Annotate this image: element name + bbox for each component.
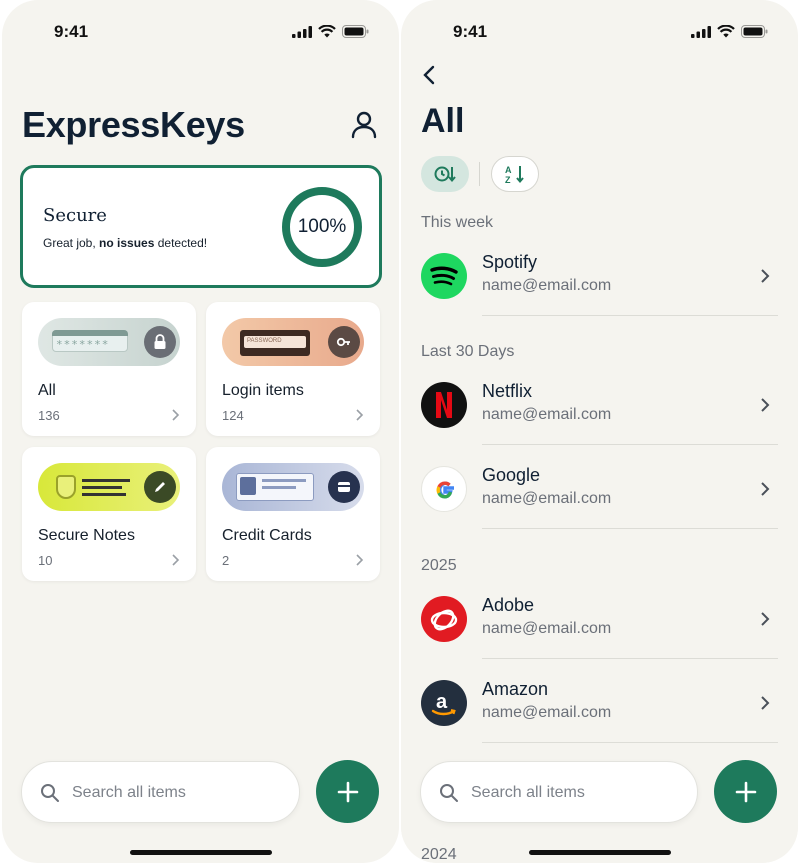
chevron-right-icon (761, 612, 770, 626)
category-card-credit-cards[interactable]: Credit Cards 2 (206, 447, 380, 581)
back-button[interactable] (421, 64, 439, 86)
security-score: 100% (297, 216, 347, 237)
security-score-ring: 100% (282, 187, 362, 267)
status-bar: 9:41 (2, 20, 399, 44)
svg-text:a: a (436, 691, 448, 713)
category-count: 2 (222, 553, 230, 568)
sort-by-recent-icon (434, 166, 456, 183)
profile-button[interactable] (348, 109, 380, 141)
row-divider (482, 528, 778, 529)
row-divider (482, 315, 778, 316)
sort-divider (479, 162, 480, 186)
category-count: 136 (38, 408, 60, 423)
page-title: All (421, 102, 465, 140)
search-bar[interactable] (21, 761, 300, 823)
section-header: This week (421, 214, 494, 231)
app-title: ExpressKeys (22, 104, 245, 145)
credit-card-icon (328, 471, 360, 503)
search-icon (440, 784, 458, 802)
list-item-google[interactable]: Google name@email.com (421, 465, 778, 538)
status-icons (292, 25, 369, 38)
row-divider (482, 444, 778, 445)
key-icon (328, 326, 360, 358)
item-email: name@email.com (482, 277, 612, 294)
chevron-right-icon (761, 269, 770, 283)
section-header: Last 30 Days (421, 343, 515, 360)
security-status-title: Secure (43, 205, 107, 226)
item-name: Amazon (482, 679, 549, 699)
item-email: name@email.com (482, 704, 612, 721)
all-items-screen: 9:41 All AZ This week Spotify name@email… (401, 0, 798, 863)
search-input[interactable] (72, 782, 282, 804)
chevron-right-icon (356, 554, 364, 566)
wifi-icon (318, 25, 336, 38)
google-logo-icon (421, 466, 467, 512)
category-label: All (38, 382, 56, 399)
list-item-netflix[interactable]: Netflix name@email.com (421, 381, 778, 454)
chevron-right-icon (172, 409, 180, 421)
category-card-secure-notes[interactable]: Secure Notes 10 (22, 447, 196, 581)
lock-icon (144, 326, 176, 358)
chevron-right-icon (356, 409, 364, 421)
category-label: Login items (222, 382, 304, 399)
sort-alphabetical-button[interactable]: AZ (491, 156, 539, 192)
row-divider (482, 658, 778, 659)
person-icon (351, 111, 377, 139)
home-screen: 9:41 ExpressKeys Secure Great job, no is… (2, 0, 399, 863)
list-item-adobe[interactable]: Adobe name@email.com (421, 595, 778, 668)
svg-text:Z: Z (505, 175, 511, 184)
search-bar[interactable] (420, 761, 698, 823)
category-count: 10 (38, 553, 53, 568)
chevron-right-icon (761, 398, 770, 412)
search-input[interactable] (471, 782, 681, 804)
status-time: 9:41 (453, 22, 488, 41)
item-name: Google (482, 465, 541, 485)
item-email: name@email.com (482, 490, 612, 507)
status-icons (691, 25, 768, 38)
item-name: Netflix (482, 381, 533, 401)
adobe-logo-icon (421, 596, 467, 642)
security-status-message: Great job, no issues detected! (43, 236, 208, 250)
amazon-logo-icon: a (421, 680, 467, 726)
category-label: Credit Cards (222, 527, 312, 544)
section-header: 2024 (421, 846, 457, 863)
list-item-spotify[interactable]: Spotify name@email.com (421, 252, 778, 325)
chevron-right-icon (761, 482, 770, 496)
chevron-right-icon (172, 554, 180, 566)
cellular-signal-icon (292, 25, 312, 38)
plus-icon (337, 781, 358, 802)
svg-text:A: A (505, 165, 512, 175)
netflix-logo-icon (421, 382, 467, 428)
spotify-logo-icon (421, 253, 467, 299)
item-name: Adobe (482, 595, 535, 615)
add-item-button[interactable] (714, 760, 777, 823)
chevron-left-icon (423, 65, 435, 85)
home-indicator (528, 850, 671, 855)
battery-icon (741, 25, 768, 38)
category-card-login-items[interactable]: PASSWORD Login items 124 (206, 302, 380, 436)
chevron-right-icon (761, 696, 770, 710)
battery-icon (342, 25, 369, 38)
security-status-card[interactable]: Secure Great job, no issues detected! 10… (20, 165, 382, 288)
item-name: Spotify (482, 252, 538, 272)
add-item-button[interactable] (316, 760, 379, 823)
cellular-signal-icon (691, 25, 711, 38)
item-email: name@email.com (482, 620, 612, 637)
category-count: 124 (222, 408, 244, 423)
sort-by-recent-button[interactable] (421, 156, 469, 192)
category-label: Secure Notes (38, 527, 135, 544)
wifi-icon (717, 25, 735, 38)
section-header: 2025 (421, 557, 457, 574)
sort-alphabetical-icon: AZ (505, 165, 524, 184)
category-card-all[interactable]: ******* All 136 (22, 302, 196, 436)
search-icon (41, 784, 59, 802)
status-time: 9:41 (54, 22, 89, 41)
status-bar: 9:41 (401, 20, 798, 44)
home-indicator (129, 850, 272, 855)
plus-icon (735, 781, 756, 802)
pen-icon (144, 471, 176, 503)
item-email: name@email.com (482, 406, 612, 423)
